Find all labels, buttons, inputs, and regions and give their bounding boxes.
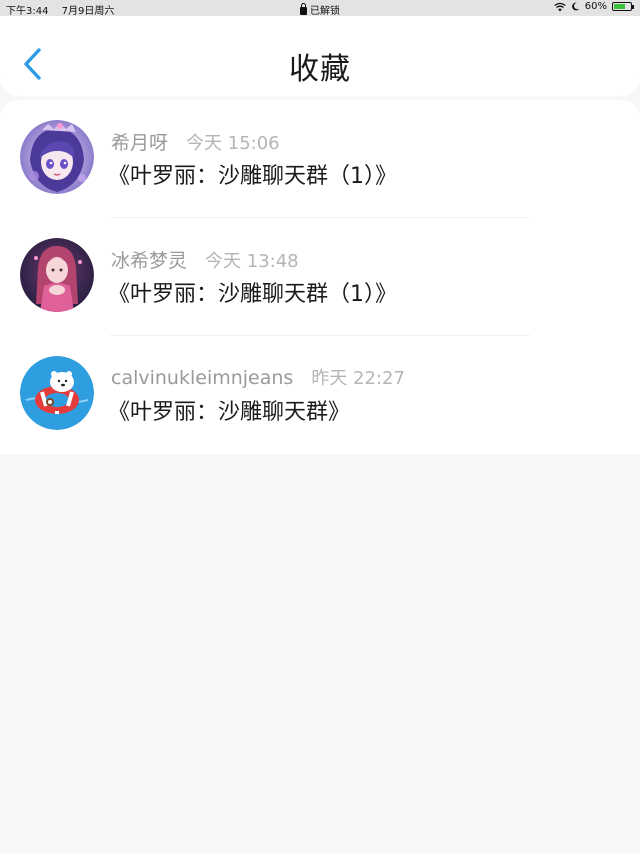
- anime-girl-avatar-icon: [20, 120, 94, 194]
- avatar[interactable]: [20, 356, 94, 430]
- timestamp: 今天 15:06: [186, 133, 280, 154]
- anime-girl-avatar-icon: [20, 238, 94, 312]
- wifi-icon: [554, 2, 566, 11]
- moon-icon: [571, 2, 580, 11]
- favorite-item[interactable]: calvinukleimnjeans 昨天 22:27 《叶罗丽：沙雕聊天群》: [0, 336, 640, 454]
- username[interactable]: 希月呀: [111, 132, 168, 154]
- favorite-title[interactable]: 《叶罗丽：沙雕聊天群》: [108, 394, 350, 426]
- status-bar: 下午3:44 7月9日周六 已解锁 60%: [0, 0, 640, 17]
- favorites-list: 希月呀 今天 15:06 《叶罗丽：沙雕聊天群（1）》 冰希梦灵 今天 13:4…: [0, 100, 640, 454]
- polar-bear-avatar-icon: [20, 356, 94, 430]
- timestamp: 昨天 22:27: [311, 368, 405, 389]
- favorite-title[interactable]: 《叶罗丽：沙雕聊天群（1）》: [108, 158, 397, 190]
- favorite-item[interactable]: 希月呀 今天 15:06 《叶罗丽：沙雕聊天群（1）》: [0, 100, 640, 218]
- nav-header: 收藏: [0, 16, 640, 96]
- battery-icon: [612, 2, 634, 11]
- battery-percent: 60%: [584, 1, 607, 12]
- item-meta: calvinukleimnjeans 昨天 22:27: [111, 364, 405, 390]
- favorite-item[interactable]: 冰希梦灵 今天 13:48 《叶罗丽：沙雕聊天群（1）》: [0, 218, 640, 336]
- timestamp: 今天 13:48: [205, 251, 299, 272]
- favorite-title[interactable]: 《叶罗丽：沙雕聊天群（1）》: [108, 276, 397, 308]
- username[interactable]: calvinukleimnjeans: [111, 367, 293, 389]
- status-center: 已解锁: [0, 2, 640, 17]
- item-meta: 冰希梦灵 今天 13:48: [111, 246, 299, 273]
- lock-icon: [300, 3, 307, 15]
- avatar[interactable]: [20, 238, 94, 312]
- avatar[interactable]: [20, 120, 94, 194]
- status-bar-right: 60%: [554, 1, 634, 12]
- username[interactable]: 冰希梦灵: [111, 250, 187, 272]
- item-meta: 希月呀 今天 15:06: [111, 128, 280, 155]
- page-title: 收藏: [289, 52, 351, 87]
